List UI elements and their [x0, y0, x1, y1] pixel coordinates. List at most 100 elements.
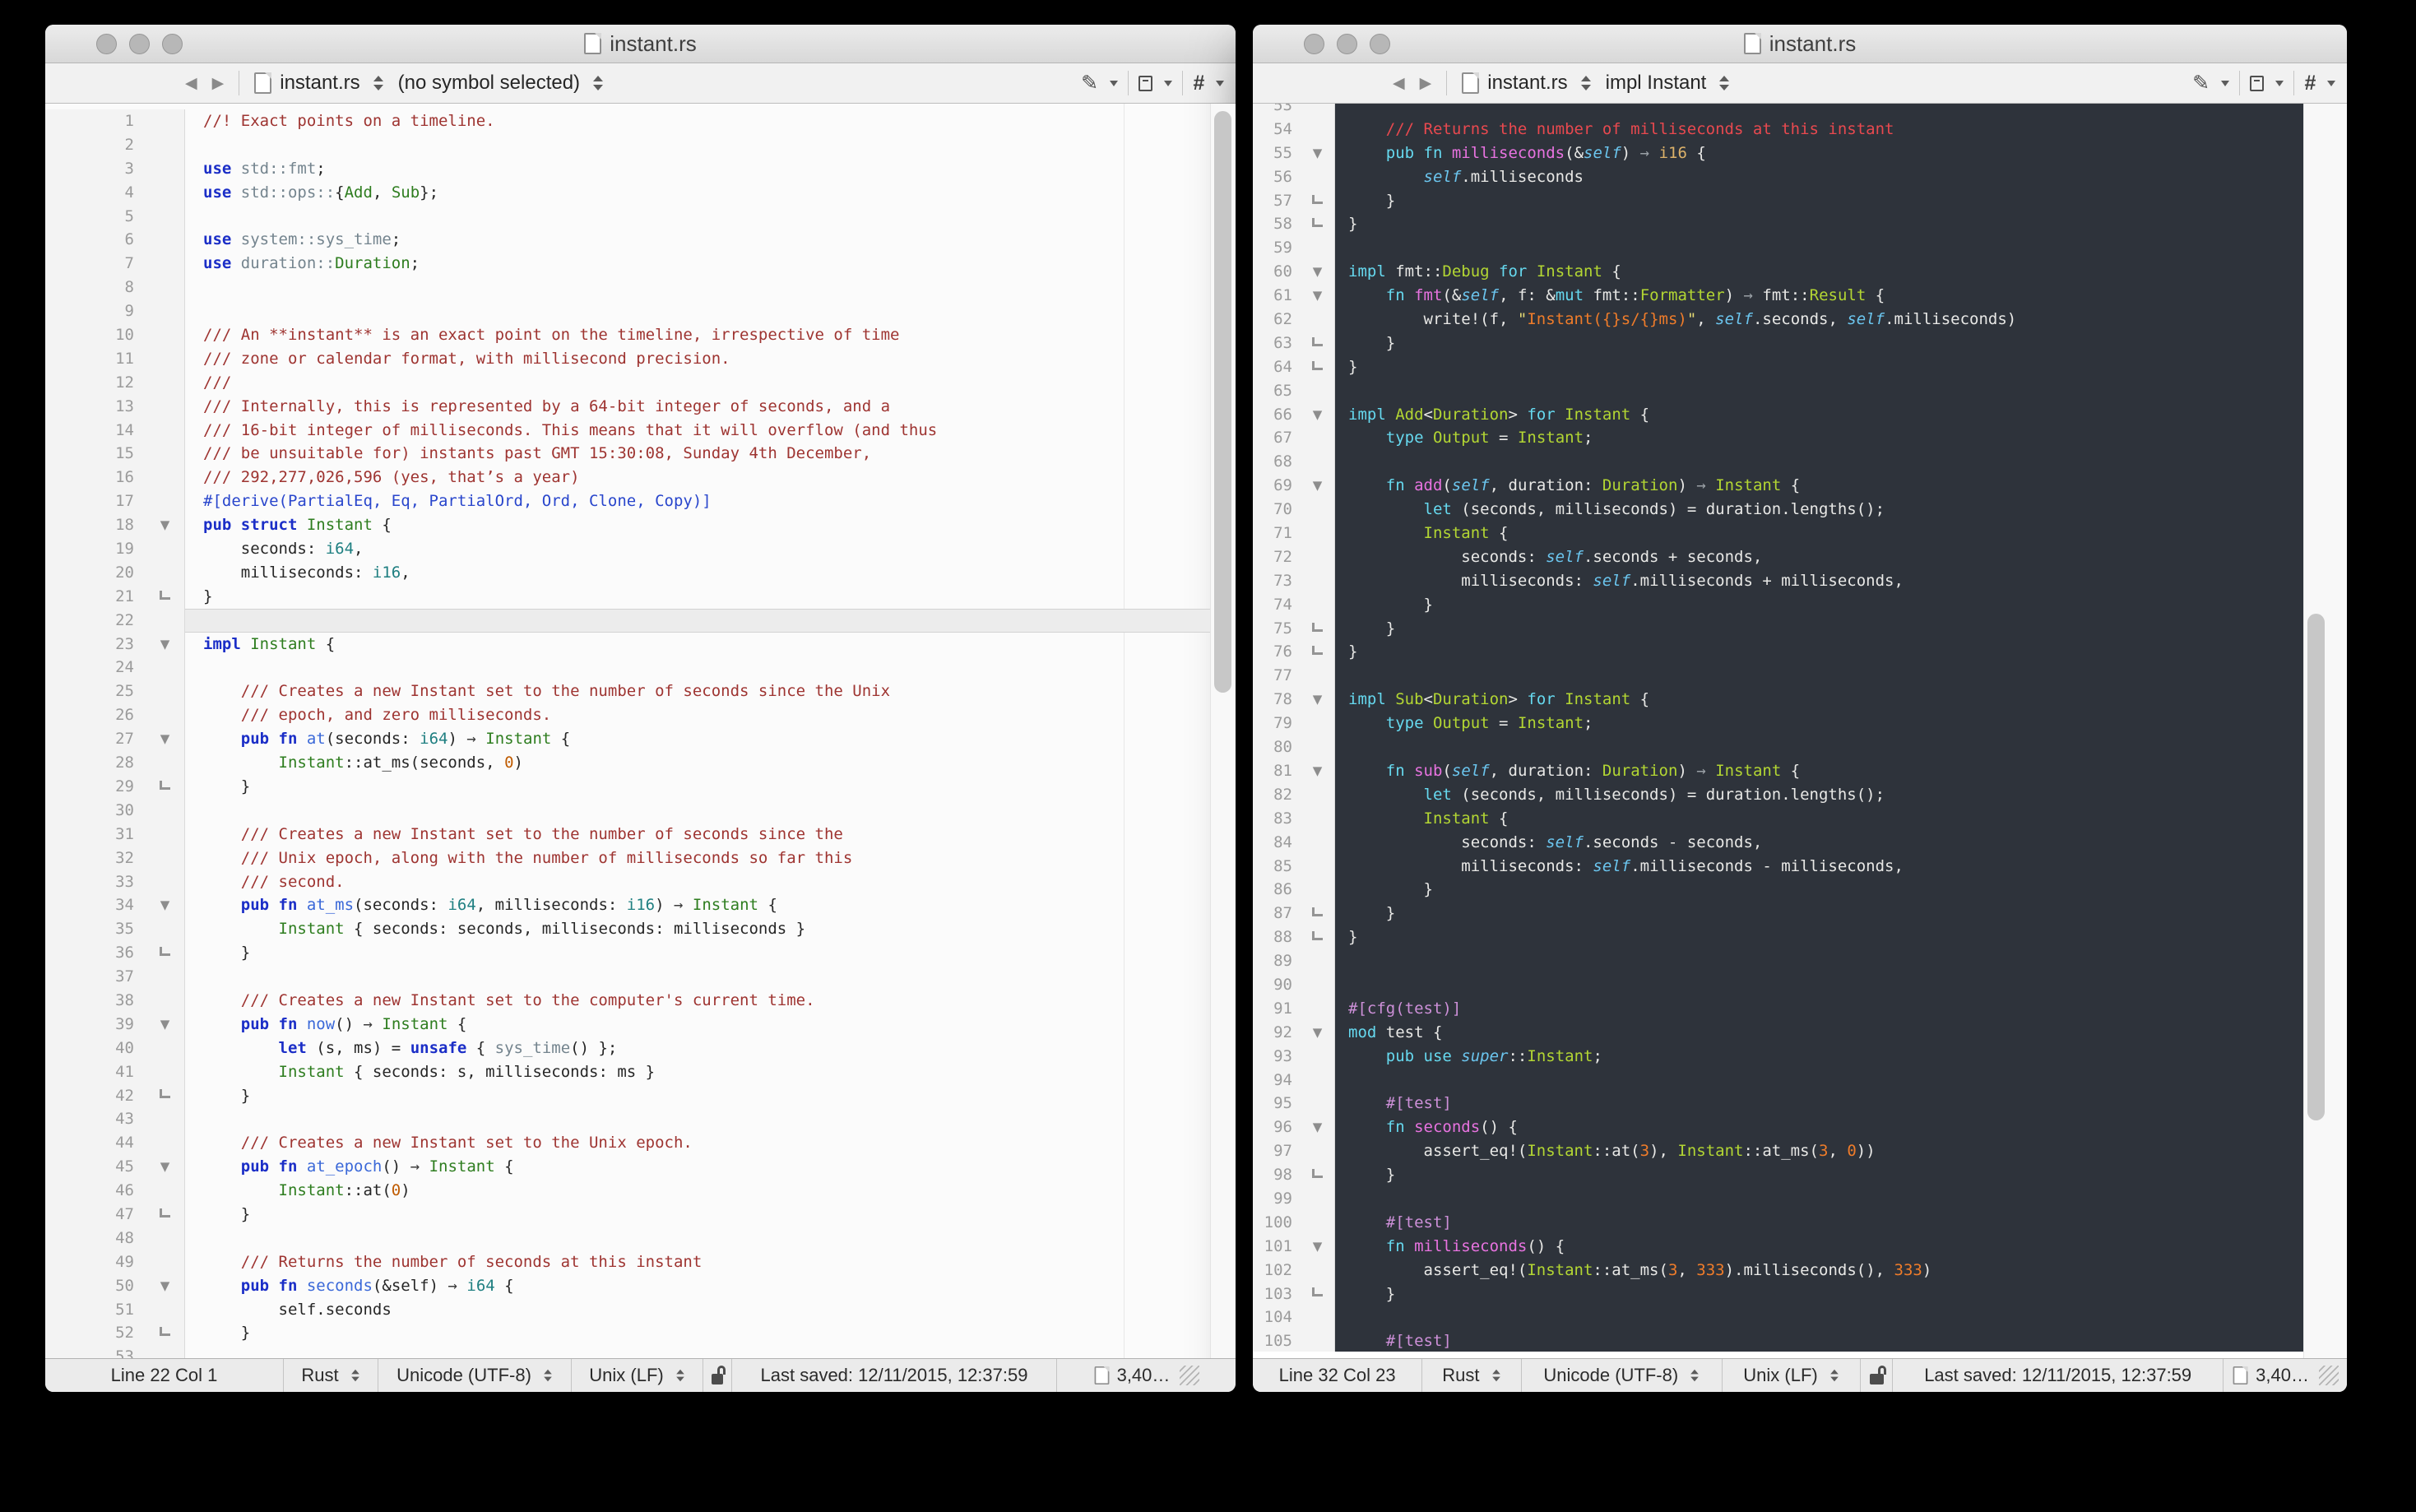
- code-line[interactable]: 80: [1253, 735, 2347, 759]
- scrollbar-track[interactable]: [2303, 104, 2347, 1358]
- code-line[interactable]: 28 Instant::at_ms(seconds, 0): [45, 751, 1236, 775]
- back-button[interactable]: ◀: [185, 76, 197, 91]
- fold-toggle-icon[interactable]: ▼: [160, 1013, 170, 1037]
- clipboard-icon[interactable]: [1138, 76, 1152, 91]
- code-line[interactable]: 71 Instant {: [1253, 522, 2347, 545]
- code-line[interactable]: 48: [45, 1227, 1236, 1250]
- code-line[interactable]: 62 write!(f, "Instant({}s/{}ms)", self.s…: [1253, 308, 2347, 332]
- code-line[interactable]: 86 }: [1253, 878, 2347, 902]
- code-line[interactable]: 100 #[test]: [1253, 1211, 2347, 1235]
- minimize-button[interactable]: [1337, 34, 1357, 54]
- code-line[interactable]: 36 }: [45, 941, 1236, 965]
- code-line[interactable]: 60▼impl fmt::Debug for Instant {: [1253, 260, 2347, 284]
- code-line[interactable]: 23▼impl Instant {: [45, 633, 1236, 656]
- code-line[interactable]: 7use duration::Duration;: [45, 252, 1236, 276]
- code-line[interactable]: 87 }: [1253, 902, 2347, 925]
- code-line[interactable]: 99: [1253, 1187, 2347, 1211]
- code-line[interactable]: 83 Instant {: [1253, 807, 2347, 831]
- fold-toggle-icon[interactable]: ▼: [1313, 284, 1323, 308]
- code-line[interactable]: 43: [45, 1107, 1236, 1131]
- code-line[interactable]: 30: [45, 799, 1236, 823]
- code-line[interactable]: 56 self.milliseconds: [1253, 165, 2347, 189]
- fold-toggle-icon[interactable]: ▼: [1313, 1115, 1323, 1139]
- code-line[interactable]: 13/// Internally, this is represented by…: [45, 395, 1236, 419]
- code-line[interactable]: 92▼mod test {: [1253, 1021, 2347, 1045]
- code-line[interactable]: 37: [45, 965, 1236, 989]
- fold-toggle-icon[interactable]: ▼: [1313, 688, 1323, 712]
- code-line[interactable]: 81▼ fn sub(self, duration: Duration) → I…: [1253, 759, 2347, 783]
- code-line[interactable]: 41 Instant { seconds: s, milliseconds: m…: [45, 1060, 1236, 1084]
- fold-toggle-icon[interactable]: ▼: [160, 1155, 170, 1179]
- code-line[interactable]: 70 let (seconds, milliseconds) = duratio…: [1253, 498, 2347, 522]
- code-line[interactable]: 57 }: [1253, 189, 2347, 213]
- code-line[interactable]: 94: [1253, 1069, 2347, 1092]
- code-line[interactable]: 45▼ pub fn at_epoch() → Instant {: [45, 1155, 1236, 1179]
- chevron-down-icon[interactable]: [1216, 81, 1224, 86]
- code-line[interactable]: 46 Instant::at(0): [45, 1179, 1236, 1203]
- code-line[interactable]: 29 }: [45, 775, 1236, 799]
- close-button[interactable]: [96, 34, 117, 54]
- code-line[interactable]: 68: [1253, 450, 2347, 474]
- code-line[interactable]: 63 }: [1253, 332, 2347, 355]
- code-line[interactable]: 55▼ pub fn milliseconds(&self) → i16 {: [1253, 141, 2347, 165]
- code-line[interactable]: 39▼ pub fn now() → Instant {: [45, 1013, 1236, 1037]
- chevron-down-icon[interactable]: [2327, 81, 2335, 86]
- code-line[interactable]: 15/// be unsuitable for) instants past G…: [45, 442, 1236, 466]
- fold-toggle-icon[interactable]: ▼: [1313, 759, 1323, 783]
- code-line[interactable]: 12///: [45, 371, 1236, 395]
- code-line[interactable]: 66▼impl Add<Duration> for Instant {: [1253, 403, 2347, 427]
- line-endings-selector[interactable]: Unix (LF): [1723, 1359, 1861, 1392]
- code-line[interactable]: 58}: [1253, 212, 2347, 236]
- code-line[interactable]: 96▼ fn seconds() {: [1253, 1115, 2347, 1139]
- code-line[interactable]: 9: [45, 299, 1236, 323]
- code-line[interactable]: 49 /// Returns the number of seconds at …: [45, 1250, 1236, 1274]
- chevron-down-icon[interactable]: [2221, 81, 2229, 86]
- code-line[interactable]: 103 }: [1253, 1282, 2347, 1306]
- chevron-down-icon[interactable]: [2275, 81, 2284, 86]
- code-line[interactable]: 67 type Output = Instant;: [1253, 426, 2347, 450]
- code-line[interactable]: 53: [1253, 104, 2347, 118]
- code-line[interactable]: 1//! Exact points on a timeline.: [45, 109, 1236, 133]
- code-line[interactable]: 75 }: [1253, 617, 2347, 641]
- code-line[interactable]: 21}: [45, 585, 1236, 609]
- code-line[interactable]: 98 }: [1253, 1163, 2347, 1187]
- code-line[interactable]: 16/// 292,277,026,596 (yes, that’s a yea…: [45, 466, 1236, 489]
- code-line[interactable]: 50▼ pub fn seconds(&self) → i64 {: [45, 1274, 1236, 1298]
- minimize-button[interactable]: [129, 34, 150, 54]
- code-line[interactable]: 78▼impl Sub<Duration> for Instant {: [1253, 688, 2347, 712]
- forward-button[interactable]: ▶: [1420, 76, 1432, 91]
- code-line[interactable]: 32 /// Unix epoch, along with the number…: [45, 846, 1236, 870]
- code-line[interactable]: 14/// 16-bit integer of milliseconds. Th…: [45, 419, 1236, 443]
- bundle-actions-icon[interactable]: ✎: [1081, 71, 1098, 95]
- code-line[interactable]: 53: [45, 1345, 1236, 1358]
- zoom-button[interactable]: [1370, 34, 1390, 54]
- code-line[interactable]: 89: [1253, 949, 2347, 973]
- file-size[interactable]: 3,40…: [1057, 1359, 1236, 1392]
- code-line[interactable]: 2: [45, 133, 1236, 157]
- clipboard-icon[interactable]: [2250, 76, 2264, 91]
- file-size[interactable]: 3,40…: [2224, 1359, 2347, 1392]
- code-line[interactable]: 22: [45, 609, 1236, 633]
- code-line[interactable]: 19 seconds: i64,: [45, 537, 1236, 561]
- code-line[interactable]: 90: [1253, 973, 2347, 997]
- zoom-button[interactable]: [162, 34, 183, 54]
- language-selector[interactable]: Rust: [284, 1359, 378, 1392]
- code-line[interactable]: 93 pub use super::Instant;: [1253, 1045, 2347, 1069]
- code-line[interactable]: 64}: [1253, 355, 2347, 379]
- symbol-list-icon[interactable]: #: [2304, 72, 2316, 95]
- code-line[interactable]: 95 #[test]: [1253, 1092, 2347, 1115]
- fold-toggle-icon[interactable]: ▼: [160, 893, 170, 917]
- code-line[interactable]: 24: [45, 656, 1236, 679]
- code-line[interactable]: 69▼ fn add(self, duration: Duration) → I…: [1253, 474, 2347, 498]
- language-selector[interactable]: Rust: [1422, 1359, 1521, 1392]
- chevron-down-icon[interactable]: [1110, 81, 1118, 86]
- code-line[interactable]: 42 }: [45, 1084, 1236, 1108]
- fold-toggle-icon[interactable]: ▼: [160, 633, 170, 656]
- code-line[interactable]: 5: [45, 205, 1236, 229]
- code-line[interactable]: 40 let (s, ms) = unsafe { sys_time() };: [45, 1037, 1236, 1060]
- code-line[interactable]: 44 /// Creates a new Instant set to the …: [45, 1131, 1236, 1155]
- close-button[interactable]: [1304, 34, 1324, 54]
- code-line[interactable]: 76}: [1253, 640, 2347, 664]
- lock-toggle[interactable]: [1861, 1359, 1893, 1392]
- code-line[interactable]: 74 }: [1253, 593, 2347, 617]
